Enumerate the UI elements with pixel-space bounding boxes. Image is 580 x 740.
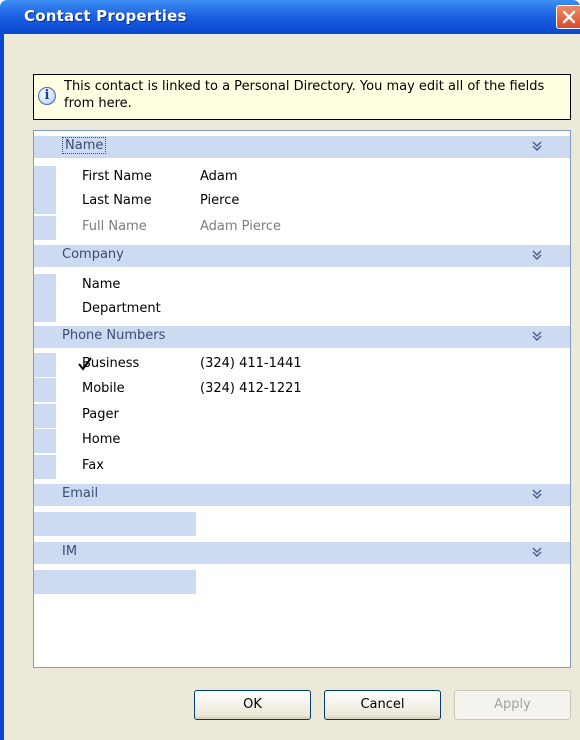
info-text: This contact is linked to a Personal Dir… [64,79,545,111]
category-email[interactable]: Email [34,484,570,506]
first-name-value[interactable]: Adam [200,169,238,184]
category-email-label: Email [62,486,99,501]
mobile-value[interactable]: (324) 412-1221 [200,381,302,396]
row-home[interactable]: Home [34,429,570,453]
row-first-name[interactable]: First Name Adam [34,166,570,190]
row-company-name[interactable]: Name [34,274,570,298]
title-bar[interactable]: Contact Properties [0,0,580,34]
window-left-border [0,34,4,740]
category-company[interactable]: Company [34,245,570,267]
row-full-name: Full Name Adam Pierce [34,216,570,240]
category-phone-numbers[interactable]: Phone Numbers [34,326,570,348]
business-label: Business [82,356,140,371]
last-name-value[interactable]: Pierce [200,193,239,208]
cancel-button[interactable]: Cancel [324,690,441,720]
row-pager[interactable]: Pager [34,404,570,428]
first-name-label: First Name [82,169,152,184]
business-value[interactable]: (324) 411-1441 [200,356,302,371]
row-fax[interactable]: Fax [34,455,570,479]
row-im-entry[interactable] [34,570,570,594]
info-icon: i [38,87,56,105]
full-name-value: Adam Pierce [200,219,282,234]
close-button[interactable] [556,5,580,29]
row-email-entry[interactable] [34,512,570,536]
home-label: Home [82,432,121,447]
chevron-down-icon[interactable] [531,488,543,500]
pager-label: Pager [82,407,119,422]
row-business[interactable]: Business (324) 411-1441 [34,353,570,377]
chevron-down-icon[interactable] [531,330,543,342]
row-department[interactable]: Department [34,298,570,322]
property-grid: Name First Name Adam Last Name Pierce Fu… [33,130,571,668]
close-icon [562,10,576,24]
company-name-label: Name [82,277,121,292]
category-name-label: Name [62,137,107,154]
last-name-label: Last Name [82,193,152,208]
chevron-down-icon[interactable] [531,140,543,152]
chevron-down-icon[interactable] [531,249,543,261]
category-phone-label: Phone Numbers [62,328,166,343]
category-name[interactable]: Name [34,136,570,158]
row-last-name[interactable]: Last Name Pierce [34,190,570,214]
full-name-label: Full Name [82,219,147,234]
row-mobile[interactable]: Mobile (324) 412-1221 [34,378,570,402]
ok-button[interactable]: OK [194,690,311,720]
info-banner: i This contact is linked to a Personal D… [33,74,571,120]
contact-properties-window: Contact Properties i This contact is lin… [0,0,580,740]
chevron-down-icon[interactable] [531,546,543,558]
window-title: Contact Properties [24,7,187,25]
fax-label: Fax [82,458,104,473]
apply-button[interactable]: Apply [454,690,571,720]
category-im-label: IM [62,544,78,559]
category-im[interactable]: IM [34,542,570,564]
category-company-label: Company [62,247,124,262]
mobile-label: Mobile [82,381,125,396]
department-label: Department [82,301,161,316]
